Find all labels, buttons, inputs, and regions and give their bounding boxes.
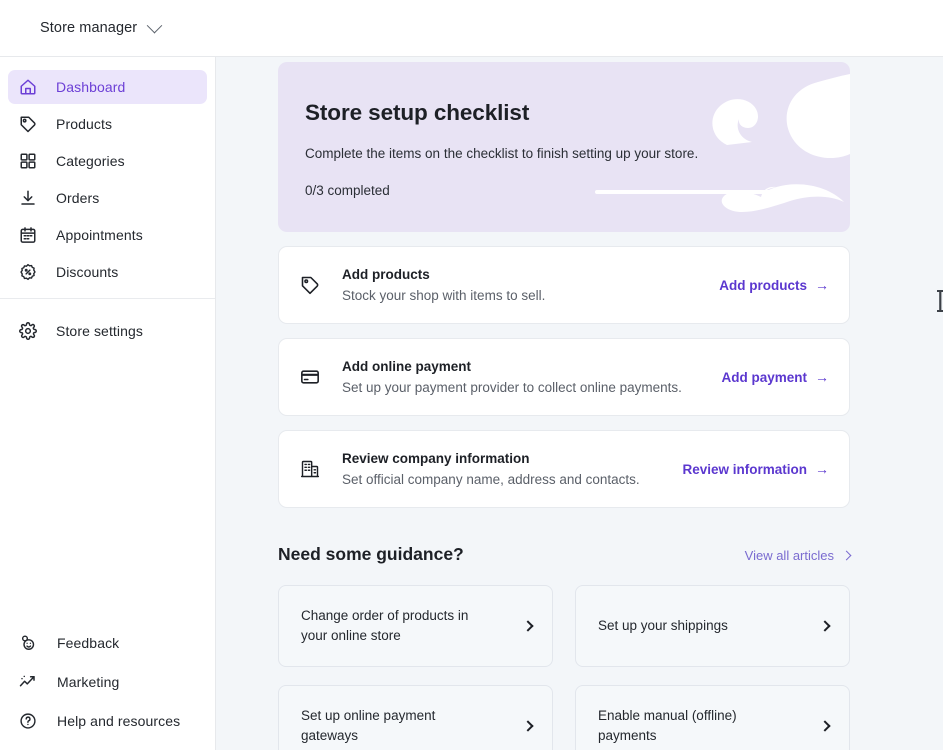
guidance-card[interactable]: Set up online payment gateways (278, 685, 553, 750)
sidebar-item-label: Products (56, 116, 112, 132)
sidebar-item-help-and-resources[interactable]: Help and resources (8, 703, 207, 739)
marketing-icon (15, 673, 40, 691)
sidebar-item-label: Discounts (56, 264, 118, 280)
guidance-card[interactable]: Change order of products in your online … (278, 585, 553, 667)
content-column: Store setup checklist Complete the items… (278, 57, 850, 750)
add-products-action[interactable]: Add products → (719, 278, 829, 293)
sidebar-item-orders[interactable]: Orders (8, 181, 207, 215)
banner-subtitle: Complete the items on the checklist to f… (305, 146, 850, 161)
checklist-item-add-products[interactable]: Add products Stock your shop with items … (278, 246, 850, 324)
building-icon (297, 459, 323, 479)
main-content: Store setup checklist Complete the items… (216, 57, 943, 750)
sidebar-item-store-settings[interactable]: Store settings (8, 314, 207, 348)
store-setup-banner: Store setup checklist Complete the items… (278, 62, 850, 232)
checklist-item-description: Set up your payment provider to collect … (342, 380, 721, 395)
guidance-card-label: Set up online payment gateways (301, 706, 496, 745)
view-all-articles-link[interactable]: View all articles (745, 548, 850, 563)
sidebar-item-dashboard[interactable]: Dashboard (8, 70, 207, 104)
sidebar-item-label: Marketing (57, 674, 119, 690)
guidance-card-grid: Change order of products in your online … (278, 585, 850, 750)
guidance-card-label: Change order of products in your online … (301, 606, 496, 645)
calendar-icon (15, 226, 40, 244)
sidebar-item-label: Feedback (57, 635, 119, 651)
checklist-item-review-company-information[interactable]: Review company information Set official … (278, 430, 850, 508)
download-icon (15, 189, 40, 207)
checklist-item-add-online-payment[interactable]: Add online payment Set up your payment p… (278, 338, 850, 416)
arrow-right-icon: → (815, 370, 829, 384)
banner-title: Store setup checklist (305, 100, 850, 126)
sidebar-bottom-group: Feedback Marketing Help and resources (0, 622, 215, 742)
sidebar-secondary-group: Store settings (0, 298, 215, 348)
tag-icon (15, 115, 40, 133)
sidebar-item-label: Store settings (56, 323, 143, 339)
chevron-down-icon (147, 17, 163, 33)
sidebar-item-discounts[interactable]: Discounts (8, 255, 207, 289)
banner-progress-row: 0/3 completed (305, 183, 850, 198)
checklist-item-text: Review company information Set official … (342, 451, 682, 487)
checklist-item-description: Set official company name, address and c… (342, 472, 682, 487)
store-switcher[interactable]: Store manager (40, 20, 160, 36)
sidebar-item-label: Categories (56, 153, 125, 169)
top-bar: Store manager (0, 0, 943, 57)
chevron-right-icon (842, 551, 852, 561)
grid-icon (15, 152, 40, 170)
sidebar-item-categories[interactable]: Categories (8, 144, 207, 178)
checklist-item-text: Add products Stock your shop with items … (342, 267, 719, 303)
progress-bar (595, 190, 771, 194)
checklist-item-title: Add products (342, 267, 719, 282)
checklist-item-description: Stock your shop with items to sell. (342, 288, 719, 303)
store-switcher-label: Store manager (40, 20, 137, 36)
checklist-item-title: Review company information (342, 451, 682, 466)
sidebar-primary-group: Dashboard Products Categories Orders (0, 57, 215, 289)
sidebar-item-products[interactable]: Products (8, 107, 207, 141)
chevron-right-icon (522, 720, 533, 731)
credit-card-icon (297, 367, 323, 387)
arrow-right-icon: → (815, 462, 829, 476)
checklist-item-title: Add online payment (342, 359, 721, 374)
discount-icon (15, 263, 40, 281)
help-icon (15, 712, 40, 730)
checklist-item-text: Add online payment Set up your payment p… (342, 359, 721, 395)
sidebar-item-label: Orders (56, 190, 99, 206)
chevron-right-icon (819, 620, 830, 631)
action-label: Add payment (721, 370, 807, 385)
review-information-action[interactable]: Review information → (682, 462, 829, 477)
arrow-right-icon: → (815, 278, 829, 292)
tag-icon (297, 275, 323, 295)
guidance-card-label: Set up your shippings (598, 616, 728, 636)
sidebar-item-label: Appointments (56, 227, 143, 243)
guidance-header: Need some guidance? View all articles (278, 544, 850, 565)
guidance-card-label: Enable manual (offline) payments (598, 706, 793, 745)
store-manager-dashboard: Store manager Dashboard Products (0, 0, 943, 750)
home-icon (15, 78, 40, 96)
sidebar: Dashboard Products Categories Orders (0, 57, 216, 750)
sidebar-item-marketing[interactable]: Marketing (8, 664, 207, 700)
sidebar-item-appointments[interactable]: Appointments (8, 218, 207, 252)
chevron-right-icon (522, 620, 533, 631)
sidebar-item-label: Help and resources (57, 713, 180, 729)
view-all-articles-label: View all articles (745, 548, 834, 563)
progress-count-label: 0/3 completed (305, 183, 390, 198)
sidebar-item-feedback[interactable]: Feedback (8, 625, 207, 661)
chevron-right-icon (819, 720, 830, 731)
guidance-card[interactable]: Set up your shippings (575, 585, 850, 667)
gear-icon (15, 322, 40, 340)
add-payment-action[interactable]: Add payment → (721, 370, 829, 385)
sidebar-item-label: Dashboard (56, 79, 125, 95)
guidance-card[interactable]: Enable manual (offline) payments (575, 685, 850, 750)
feedback-icon (15, 634, 40, 652)
action-label: Review information (682, 462, 807, 477)
guidance-heading: Need some guidance? (278, 544, 464, 565)
action-label: Add products (719, 278, 807, 293)
